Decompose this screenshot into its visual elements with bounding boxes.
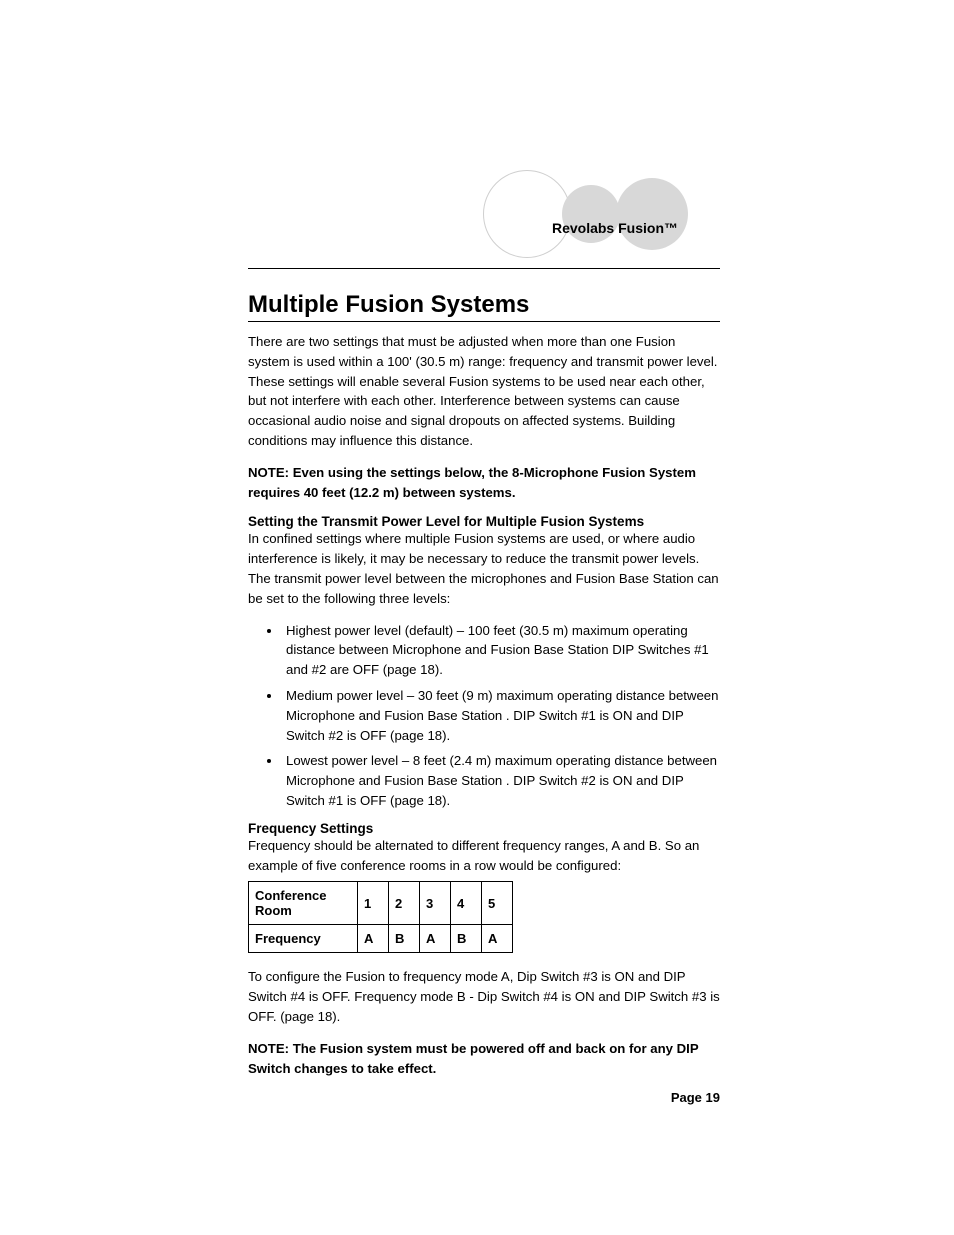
- table-cell: 1: [358, 882, 389, 925]
- table-cell: 2: [389, 882, 420, 925]
- list-item: Medium power level – 30 feet (9 m) maxim…: [282, 686, 720, 745]
- table-cell: 3: [420, 882, 451, 925]
- table-cell: B: [451, 925, 482, 953]
- table-row: Frequency A B A B A: [249, 925, 513, 953]
- logo-circles: [483, 170, 688, 258]
- table-row: Conference Room 1 2 3 4 5: [249, 882, 513, 925]
- page-header: Revolabs Fusion™: [248, 170, 720, 260]
- table-cell: A: [420, 925, 451, 953]
- product-name: Revolabs Fusion™: [552, 220, 678, 236]
- decorative-circle-icon: [483, 170, 571, 258]
- frequency-intro: Frequency should be alternated to differ…: [248, 836, 720, 876]
- table-cell: A: [482, 925, 513, 953]
- table-header-frequency: Frequency: [249, 925, 358, 953]
- note-text: : Even using the settings below, the 8-M…: [248, 465, 696, 500]
- page-title: Multiple Fusion Systems: [248, 291, 720, 319]
- list-item: Highest power level (default) – 100 feet…: [282, 621, 720, 680]
- decorative-circle-icon: [616, 178, 688, 250]
- table-cell: A: [358, 925, 389, 953]
- list-item: Lowest power level – 8 feet (2.4 m) maxi…: [282, 751, 720, 810]
- frequency-config-paragraph: To configure the Fusion to frequency mod…: [248, 967, 720, 1026]
- title-rule: [248, 321, 720, 322]
- document-page: Revolabs Fusion™ Multiple Fusion Systems…: [248, 170, 720, 1105]
- table-cell: 4: [451, 882, 482, 925]
- note-8mic: NOTE: Even using the settings below, the…: [248, 463, 720, 503]
- header-rule: [248, 268, 720, 269]
- section-heading-frequency: Frequency Settings: [248, 821, 720, 836]
- section-heading-transmit-power: Setting the Transmit Power Level for Mul…: [248, 514, 720, 529]
- note-label: NOTE: [248, 465, 285, 480]
- frequency-table: Conference Room 1 2 3 4 5 Frequency A B …: [248, 881, 513, 953]
- table-cell: B: [389, 925, 420, 953]
- power-level-list: Highest power level (default) – 100 feet…: [248, 621, 720, 811]
- transmit-power-intro: In confined settings where multiple Fusi…: [248, 529, 720, 608]
- page-number: Page 19: [248, 1090, 720, 1105]
- table-cell: 5: [482, 882, 513, 925]
- table-header-room: Conference Room: [249, 882, 358, 925]
- intro-paragraph: There are two settings that must be adju…: [248, 332, 720, 451]
- note-dip-switch: NOTE: The Fusion system must be powered …: [248, 1039, 720, 1079]
